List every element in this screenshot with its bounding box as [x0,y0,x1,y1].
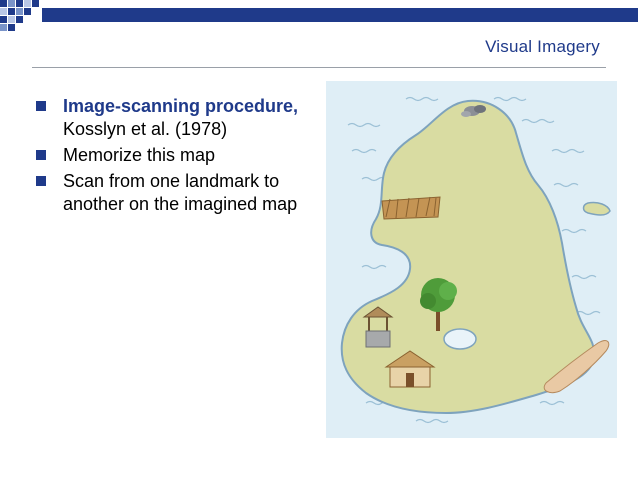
bullet-text: Memorize this map [63,145,216,165]
slide: Visual Imagery Image-scanning procedure,… [0,0,638,479]
title-divider [32,67,606,68]
bullet-item: Scan from one landmark to another on the… [36,170,316,216]
lake-icon [443,328,477,350]
bullet-item: Memorize this map [36,144,316,167]
slide-title: Visual Imagery [485,37,600,56]
grass-patch-icon [381,196,441,220]
island-map [326,81,617,438]
bullet-square-icon [36,150,46,160]
bullet-square-icon [36,176,46,186]
bullet-item: Image-scanning procedure, Kosslyn et al.… [36,95,316,141]
bullet-text: Scan from one landmark to another on the… [63,171,298,214]
bullet-list: Image-scanning procedure, Kosslyn et al.… [36,95,316,219]
bullet-emphasis: Image-scanning procedure, [63,96,299,116]
top-decoration [0,0,638,31]
bullet-square-icon [36,101,46,111]
bullet-text: Kosslyn et al. (1978) [63,119,228,139]
